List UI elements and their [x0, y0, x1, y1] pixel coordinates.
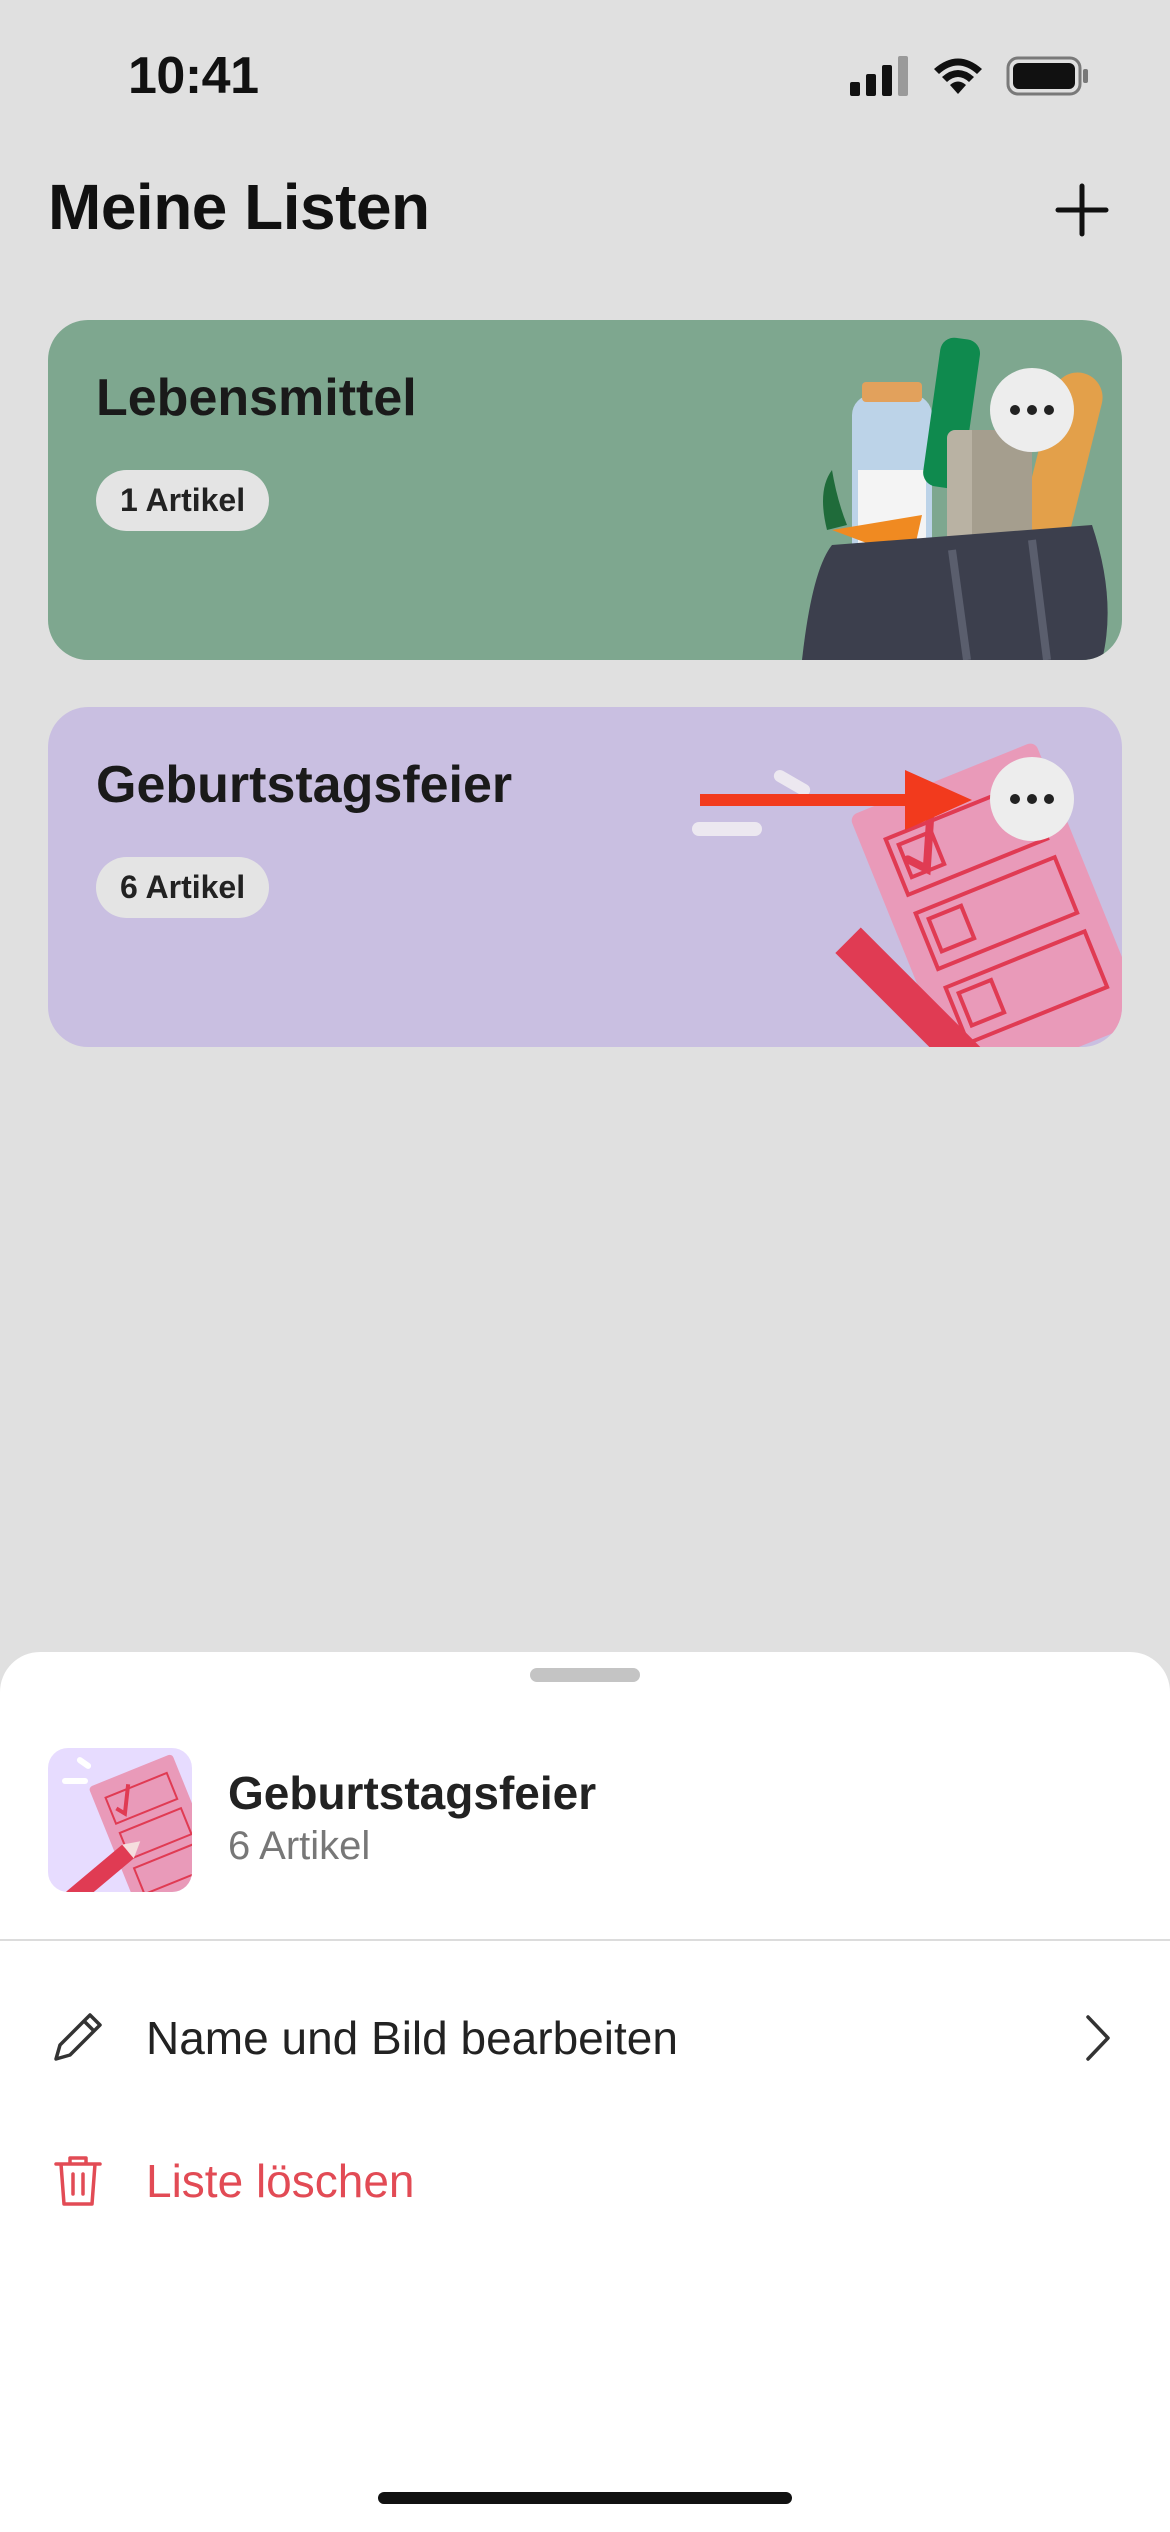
trash-icon [54, 2156, 102, 2206]
status-time: 10:41 [128, 47, 259, 105]
divider [0, 1939, 1170, 1941]
edit-name-and-image-label: Name und Bild bearbeiten [146, 2012, 678, 2064]
chevron-right-icon [1086, 2015, 1110, 2061]
add-list-button[interactable] [1042, 170, 1122, 250]
more-dots-icon [1010, 794, 1020, 804]
grocery-bag-illustration [802, 337, 1108, 660]
list-options-sheet: Geburtstagsfeier 6 Artikel Name und Bild… [0, 1652, 1170, 2532]
item-count-badge: 1 Artikel [96, 470, 270, 531]
sheet-list-title: Geburtstagsfeier [228, 1767, 597, 1819]
status-icons [850, 56, 1090, 96]
checklist-thumbnail-icon [60, 1754, 192, 1892]
sheet-grabber[interactable] [530, 1668, 640, 1682]
checklist-pencil-illustration [692, 743, 1122, 1047]
pencil-icon [54, 2013, 102, 2061]
signal-icon [850, 56, 908, 96]
plus-icon [1055, 183, 1109, 237]
annotation-arrow-icon [700, 770, 972, 830]
more-options-button[interactable] [990, 368, 1074, 452]
list-card-lebensmittel[interactable]: Lebensmittel 1 Artikel [48, 320, 1122, 660]
list-card-title: Geburtstagsfeier [96, 756, 513, 814]
home-indicator[interactable] [378, 2492, 792, 2504]
battery-icon [1006, 56, 1088, 96]
item-count-badge: 6 Artikel [96, 857, 270, 918]
list-card-title: Lebensmittel [96, 369, 417, 427]
more-options-button[interactable] [990, 757, 1074, 841]
delete-list-button[interactable]: Liste löschen [0, 2120, 1170, 2240]
sheet-item-count: 6 Artikel [228, 1824, 371, 1868]
more-dots-icon [1010, 405, 1020, 415]
status-bar: 10:41 [0, 0, 1170, 150]
header: Meine Listen [0, 150, 1170, 270]
list-thumbnail [48, 1748, 192, 1892]
edit-name-and-image-button[interactable]: Name und Bild bearbeiten [0, 1977, 1170, 2097]
delete-list-label: Liste löschen [146, 2155, 415, 2207]
wifi-icon [934, 58, 982, 94]
page-title: Meine Listen [48, 171, 430, 243]
list-card-geburtstagsfeier[interactable]: Geburtstagsfeier 6 Artikel [48, 707, 1122, 1047]
